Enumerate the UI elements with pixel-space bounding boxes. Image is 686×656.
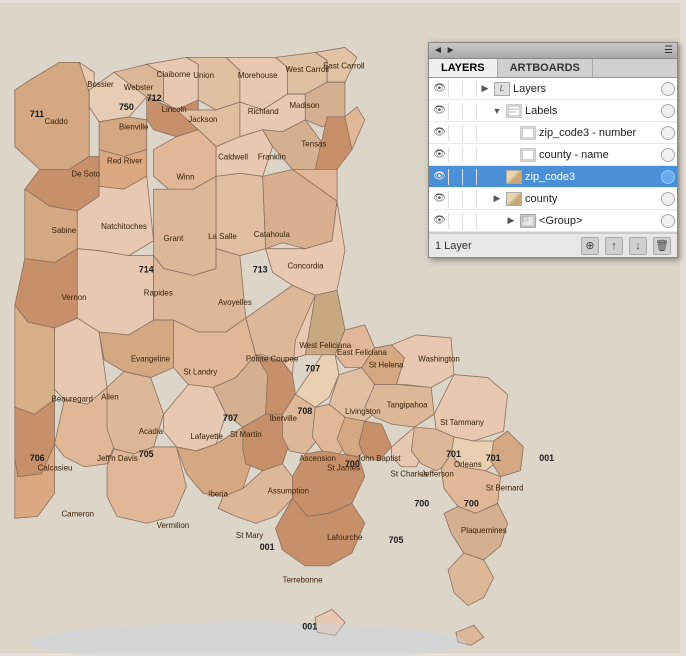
layer-row-zip-code3[interactable]: 👁 ▶ zip_code3	[429, 166, 677, 188]
layer-name: <Group>	[539, 215, 659, 227]
panel-tabs: LAYERS ARTBOARDS	[429, 59, 677, 78]
layer-content: ▶ zip_code3	[477, 170, 659, 184]
blank-col	[463, 81, 477, 97]
layer-content: ▼ Labels	[477, 104, 659, 118]
lock-col	[449, 191, 463, 207]
visibility-circle[interactable]	[661, 214, 675, 228]
blank-col	[463, 103, 477, 119]
eye-icon[interactable]: 👁	[431, 169, 449, 185]
panel-titlebar-controls: ◄ ►	[433, 45, 456, 56]
layer-count-text: 1 Layer	[435, 240, 575, 252]
layer-thumbnail	[506, 192, 522, 206]
arrow-icon: ▶	[491, 171, 503, 183]
eye-icon[interactable]: 👁	[431, 213, 449, 229]
layer-name: zip_code3 - number	[539, 127, 659, 139]
tab-artboards[interactable]: ARTBOARDS	[498, 59, 593, 77]
eye-icon[interactable]: 👁	[431, 191, 449, 207]
layer-row-layers-root[interactable]: 👁 ▶ L Layers	[429, 78, 677, 100]
arrow-icon: ▶	[505, 127, 517, 139]
visibility-circle[interactable]	[661, 148, 675, 162]
arrow-icon[interactable]: ▶	[491, 193, 503, 205]
visibility-circle[interactable]	[661, 126, 675, 140]
lock-col	[449, 147, 463, 163]
new-layer-button[interactable]: ⊕	[581, 237, 599, 255]
layer-row-county-name[interactable]: 👁 ▶ county - name	[429, 144, 677, 166]
blank-col	[463, 213, 477, 229]
lock-col	[449, 125, 463, 141]
lock-col	[449, 169, 463, 185]
move-down-button[interactable]: ↓	[629, 237, 647, 255]
delete-layer-button[interactable]: 🗑	[653, 237, 671, 255]
layer-row-group[interactable]: 👁 ▶ <Group>	[429, 210, 677, 232]
blank-col	[463, 169, 477, 185]
layer-content: ▶ L Layers	[477, 82, 659, 96]
move-up-button[interactable]: ↑	[605, 237, 623, 255]
layer-name: county - name	[539, 149, 659, 161]
layer-thumbnail	[506, 104, 522, 118]
layer-content: ▶ county - name	[477, 148, 659, 162]
eye-icon[interactable]: 👁	[431, 125, 449, 141]
collapse-icon[interactable]: ◄ ►	[433, 45, 456, 56]
lock-col	[449, 81, 463, 97]
layers-list: 👁 ▶ L Layers 👁 ▼ Labels	[429, 78, 677, 233]
layer-name: zip_code3	[525, 171, 659, 183]
eye-icon[interactable]: 👁	[431, 103, 449, 119]
arrow-icon[interactable]: ▼	[491, 105, 503, 117]
panel-titlebar: ◄ ► ☰	[429, 43, 677, 59]
layer-thumbnail	[520, 214, 536, 228]
panel-menu-icon[interactable]: ☰	[664, 45, 673, 56]
blank-col	[463, 125, 477, 141]
eye-icon[interactable]: 👁	[431, 147, 449, 163]
layer-thumbnail: L	[494, 82, 510, 96]
layer-row-labels[interactable]: 👁 ▼ Labels	[429, 100, 677, 122]
layer-content: ▶ county	[477, 192, 659, 206]
layer-row-county[interactable]: 👁 ▶ county	[429, 188, 677, 210]
lock-col	[449, 213, 463, 229]
layer-thumbnail	[520, 126, 536, 140]
lock-col	[449, 103, 463, 119]
layer-name: Layers	[513, 83, 659, 95]
visibility-circle[interactable]	[661, 192, 675, 206]
visibility-circle[interactable]	[661, 170, 675, 184]
blank-col	[463, 191, 477, 207]
layer-content: ▶ zip_code3 - number	[477, 126, 659, 140]
arrow-icon: ▶	[505, 149, 517, 161]
arrow-icon[interactable]: ▶	[505, 215, 517, 227]
tab-layers[interactable]: LAYERS	[429, 59, 498, 77]
arrow-icon[interactable]: ▶	[479, 83, 491, 95]
layer-content: ▶ <Group>	[477, 214, 659, 228]
layers-panel: ◄ ► ☰ LAYERS ARTBOARDS 👁 ▶ L Layers 👁	[428, 42, 678, 258]
eye-icon[interactable]: 👁	[431, 81, 449, 97]
layer-name: county	[525, 193, 659, 205]
visibility-circle[interactable]	[661, 104, 675, 118]
layer-thumbnail	[506, 170, 522, 184]
layer-row-zip-number[interactable]: 👁 ▶ zip_code3 - number	[429, 122, 677, 144]
panel-footer: 1 Layer ⊕ ↑ ↓ 🗑	[429, 233, 677, 257]
blank-col	[463, 147, 477, 163]
visibility-circle[interactable]	[661, 82, 675, 96]
layer-name: Labels	[525, 105, 659, 117]
layer-thumbnail	[520, 148, 536, 162]
